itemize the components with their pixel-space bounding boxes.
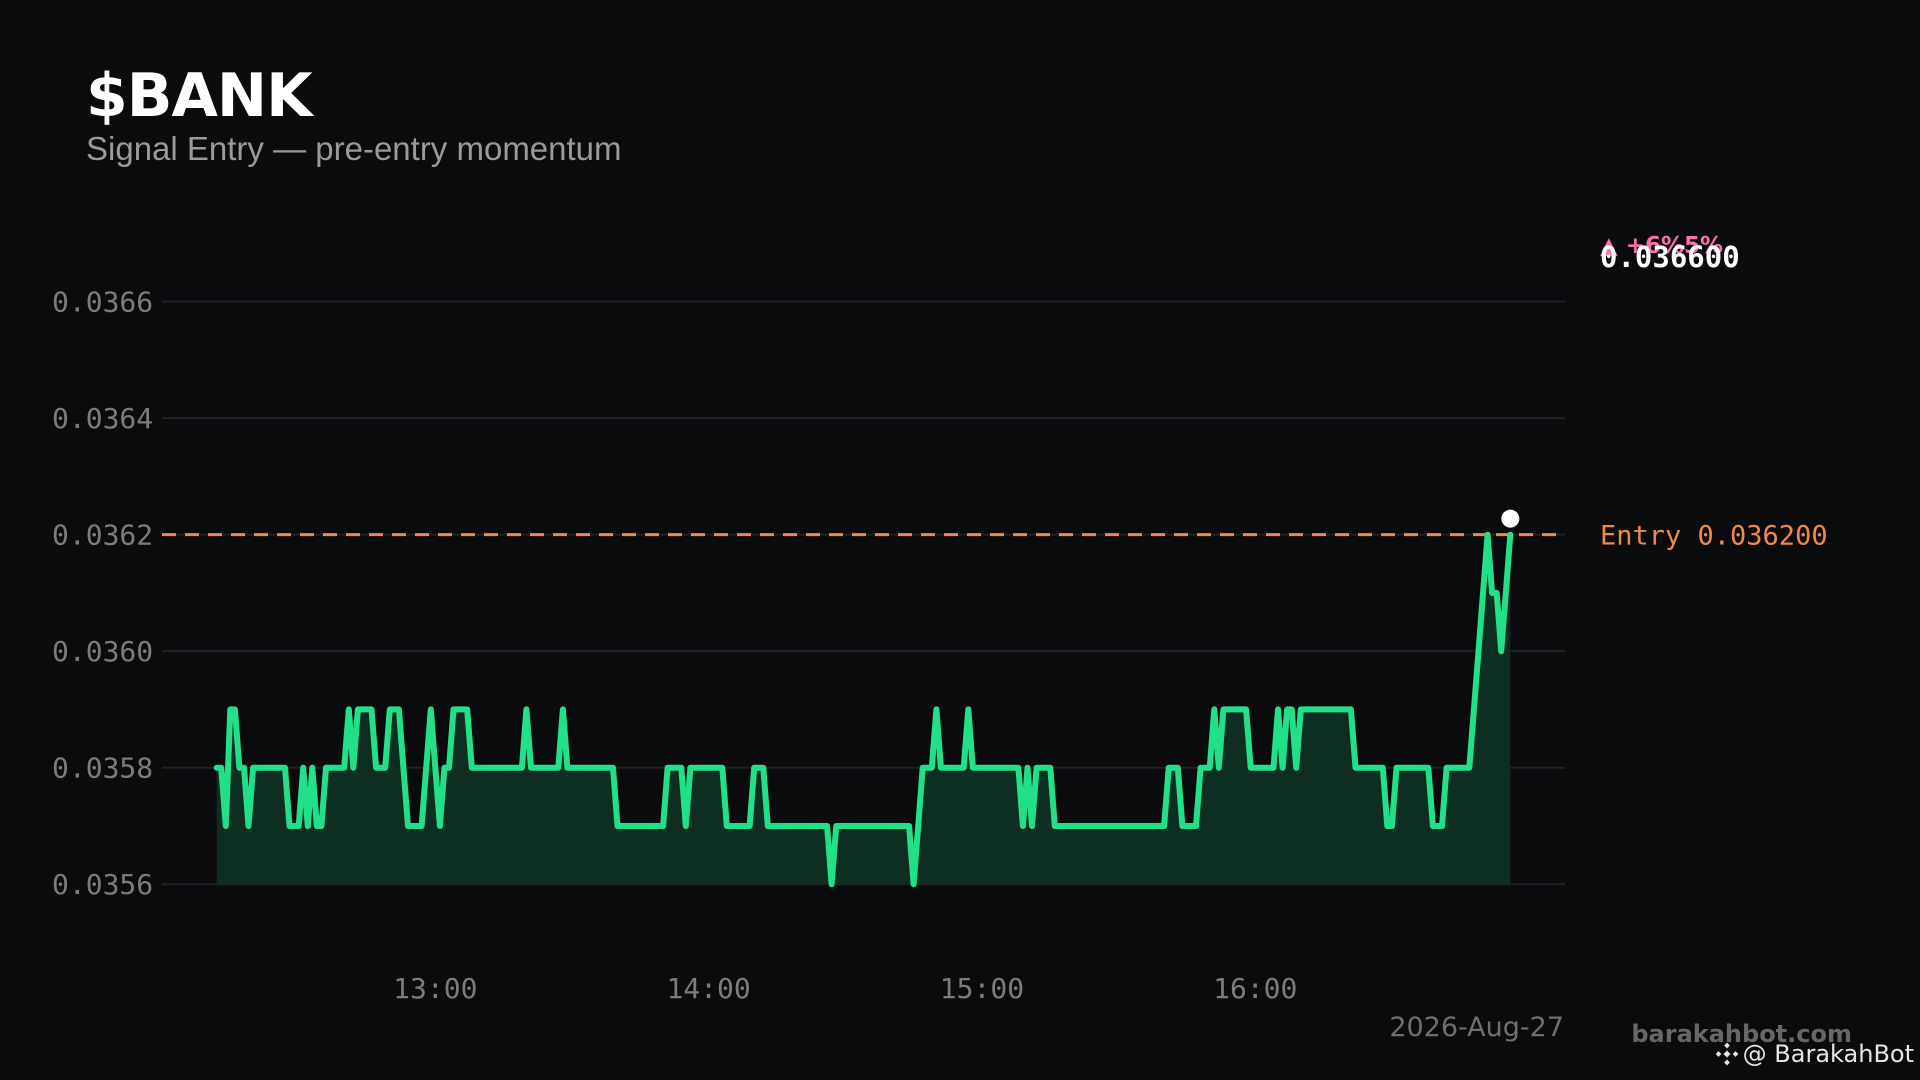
entry-label: Entry 0.036200 — [1600, 521, 1828, 552]
y-tick-label: 0.0358 — [52, 752, 153, 785]
x-tick-label: 14:00 — [666, 972, 750, 1005]
x-tick-label: 16:00 — [1213, 972, 1297, 1005]
y-tick-label: 0.0360 — [52, 635, 153, 668]
y-tick-label: 0.0362 — [52, 519, 153, 552]
x-tick-label: 15:00 — [940, 972, 1024, 1005]
price-chart: 0.0356 0.0358 0.0360 0.0362 0.0364 0.0366 13:0… — [52, 233, 1828, 1005]
y-tick-label: 0.0364 — [52, 402, 153, 435]
y-tick-label: 0.0356 — [52, 868, 153, 901]
date-label: 2026-Aug-27 — [1389, 1012, 1564, 1043]
y-tick-label: 0.0366 — [52, 286, 153, 319]
handle-text: @ BarakahBot — [1742, 1040, 1914, 1068]
brand-handle: @ BarakahBot — [1715, 1040, 1914, 1068]
binance-logo-icon — [1715, 1042, 1739, 1066]
last-price-label: 0.036600 — [1600, 240, 1740, 274]
x-tick-label: 13:00 — [393, 972, 477, 1005]
last-price-marker — [1501, 509, 1520, 528]
